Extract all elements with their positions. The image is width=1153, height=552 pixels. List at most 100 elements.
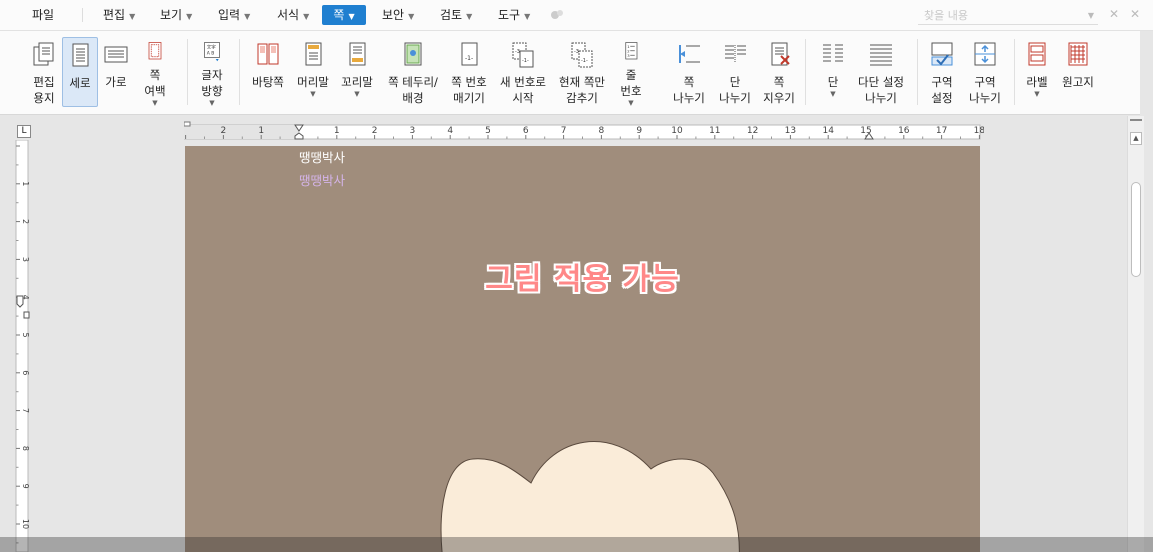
search-input[interactable]: 찾을 내용 ▼ (918, 7, 1098, 25)
ruler-tick-label: 2 (372, 126, 378, 136)
close-search-icon[interactable]: ✕ (1109, 7, 1119, 21)
vertical-ruler[interactable]: 1234567891011 (14, 140, 32, 552)
chevron-down-icon[interactable]: ▼ (1034, 90, 1039, 98)
margin-icon (148, 42, 162, 60)
line-number-button[interactable]: 123 줄 번호 ▼ (614, 37, 648, 107)
text-direction-label: 글자 방향 (201, 68, 223, 98)
menu-item-label: 쪽 (333, 8, 345, 22)
chevron-down-icon[interactable]: ▼ (628, 99, 633, 107)
footer-button[interactable]: 꼬리말 ▼ (338, 37, 376, 107)
menu-item[interactable]: 입력 ▼ (214, 5, 254, 25)
menu-item[interactable]: 서식 ▼ (273, 5, 313, 25)
chevron-down-icon: ▼ (348, 12, 355, 21)
columns-button[interactable]: 단 ▼ (818, 37, 848, 107)
page-header-text[interactable]: 땡땡박사 (299, 150, 345, 166)
landscape-button[interactable]: 가로 (99, 37, 133, 107)
page-break-button[interactable]: 쪽 나누기 (669, 37, 709, 107)
new-number-start-button[interactable]: -3- -1- 새 번호로 시작 (497, 37, 549, 107)
edit-paper-button[interactable]: 편집 용지 (27, 37, 61, 107)
ruler-tick-label: 18 (974, 126, 984, 136)
page-border-button[interactable]: 쪽 테두리/ 배경 (384, 37, 442, 107)
header-icon (305, 42, 322, 66)
svg-text:-1-: -1- (581, 58, 588, 64)
menu-item[interactable]: 검토 ▼ (436, 5, 476, 25)
column-break-button[interactable]: 단 나누기 (716, 37, 754, 107)
section-setup-icon (931, 42, 953, 66)
hide-current-page-label: 현재 쪽만 감추기 (559, 75, 605, 105)
chevron-down-icon[interactable]: ▼ (830, 90, 835, 98)
svg-text:-1-: -1- (465, 55, 473, 62)
chevron-down-icon: ▼ (466, 12, 473, 21)
menu-item[interactable]: 쪽 ▼ (322, 5, 366, 25)
menu-separator (82, 8, 83, 22)
delete-page-button[interactable]: 쪽 지우기 (760, 37, 798, 107)
ruler-tick-label: 2 (21, 219, 30, 224)
left-margin-marker[interactable] (184, 121, 191, 127)
ruler-tick-label: 4 (447, 126, 453, 136)
new-number-start-label: 새 번호로 시작 (500, 75, 546, 105)
menu-item-label: 보기 (160, 8, 183, 22)
ruler-tick-label: 3 (410, 126, 416, 136)
chevron-down-icon[interactable]: ▼ (310, 90, 315, 98)
scroll-thumb[interactable] (1131, 182, 1141, 277)
hide-current-page-button[interactable]: -3- -1- 현재 쪽만 감추기 (553, 37, 611, 107)
ruler-tick-label: 8 (599, 126, 605, 136)
ribbon-toolbar: 편집 용지 세로 가로 쪽 여백 ▼ 文字 A B 글자 방향 ▼ 바탕쪽 머리말 ▼ 꼬리말 ▼ 쪽 테두… (0, 31, 1140, 115)
vertical-scrollbar[interactable]: ▲ (1127, 116, 1144, 552)
label-button[interactable]: 라벨 ▼ (1020, 37, 1054, 107)
section-break-button[interactable]: 구역 나누기 (966, 37, 1004, 107)
ruler-tick-label: 12 (747, 126, 758, 136)
ruler-tick-label: 16 (898, 126, 910, 136)
chevron-down-icon: ▼ (244, 12, 251, 21)
page-title[interactable]: 그림 적용 가능 (185, 254, 980, 298)
menu-item[interactable]: 도구 ▼ (494, 5, 534, 25)
ruler-tick-label: 7 (561, 126, 567, 136)
menu-item[interactable]: 보기 ▼ (156, 5, 196, 25)
page-break-icon (679, 45, 700, 63)
ribbon-separator (917, 39, 918, 105)
footer-label: 꼬리말 (341, 75, 373, 89)
ruler-tick-label: 10 (21, 519, 30, 529)
section-setup-button[interactable]: 구역 설정 (923, 37, 961, 107)
text-direction-button[interactable]: 文字 A B 글자 방향 ▼ (192, 37, 232, 107)
close-icon[interactable]: ✕ (1130, 7, 1140, 21)
background-page-button[interactable]: 바탕쪽 (248, 37, 288, 107)
svg-text:-1-: -1- (522, 58, 529, 64)
header-button[interactable]: 머리말 ▼ (294, 37, 332, 107)
menu-file[interactable]: 파일 (28, 5, 58, 25)
menu-item[interactable]: 편집 ▼ (99, 5, 139, 25)
page-margin-button[interactable]: 쪽 여백 ▼ (137, 37, 173, 107)
menu-item-label: 서식 (277, 8, 300, 22)
menu-item-label: 도구 (498, 8, 521, 22)
manuscript-icon (1068, 42, 1088, 66)
ruler-tick-label: 9 (21, 484, 30, 489)
page-numbering-label: 쪽 번호 매기기 (451, 75, 487, 105)
character-illustration[interactable] (435, 431, 745, 552)
chevron-down-icon[interactable]: ▼ (354, 90, 359, 98)
menu-item[interactable]: 보안 ▼ (378, 5, 418, 25)
page-numbering-button[interactable]: -1- 쪽 번호 매기기 (446, 37, 492, 107)
landscape-label: 가로 (105, 75, 127, 89)
search-dropdown-icon[interactable]: ▼ (1088, 7, 1094, 25)
edit-paper-label: 편집 용지 (33, 75, 55, 105)
manuscript-paper-label: 원고지 (1062, 75, 1094, 89)
ribbon-separator (805, 39, 806, 105)
chevron-down-icon[interactable]: ▼ (209, 99, 214, 107)
ruler-tick-label: 13 (785, 126, 796, 136)
lock-icon[interactable] (549, 8, 565, 22)
hide-page-icon: -3--1- (571, 42, 593, 68)
scroll-up-icon[interactable]: ▲ (1130, 132, 1142, 145)
line-number-icon: 123 (625, 42, 638, 60)
manuscript-paper-button[interactable]: 원고지 (1058, 37, 1098, 107)
page-header-text-colored[interactable]: 땡땡박사 (299, 173, 345, 189)
ruler-tick-label: 6 (523, 126, 529, 136)
horizontal-ruler[interactable]: 2 1 1 2 3 4 5 6 7 8 9 10 11 12 13 14 15 16 17 18 (184, 121, 984, 141)
multi-column-break-button[interactable]: 다단 설정 나누기 (853, 37, 909, 107)
scroll-split-handle[interactable] (1130, 119, 1142, 127)
portrait-button[interactable]: 세로 (62, 37, 98, 107)
document-page[interactable]: 땡땡박사 땡땡박사 그림 적용 가능 (185, 146, 980, 552)
text-direction-icon: 文字A B (204, 42, 220, 62)
ruler-tick-label: 1 (334, 126, 340, 136)
chevron-down-icon[interactable]: ▼ (152, 99, 157, 107)
ruler-corner-tab[interactable]: L (17, 125, 31, 138)
